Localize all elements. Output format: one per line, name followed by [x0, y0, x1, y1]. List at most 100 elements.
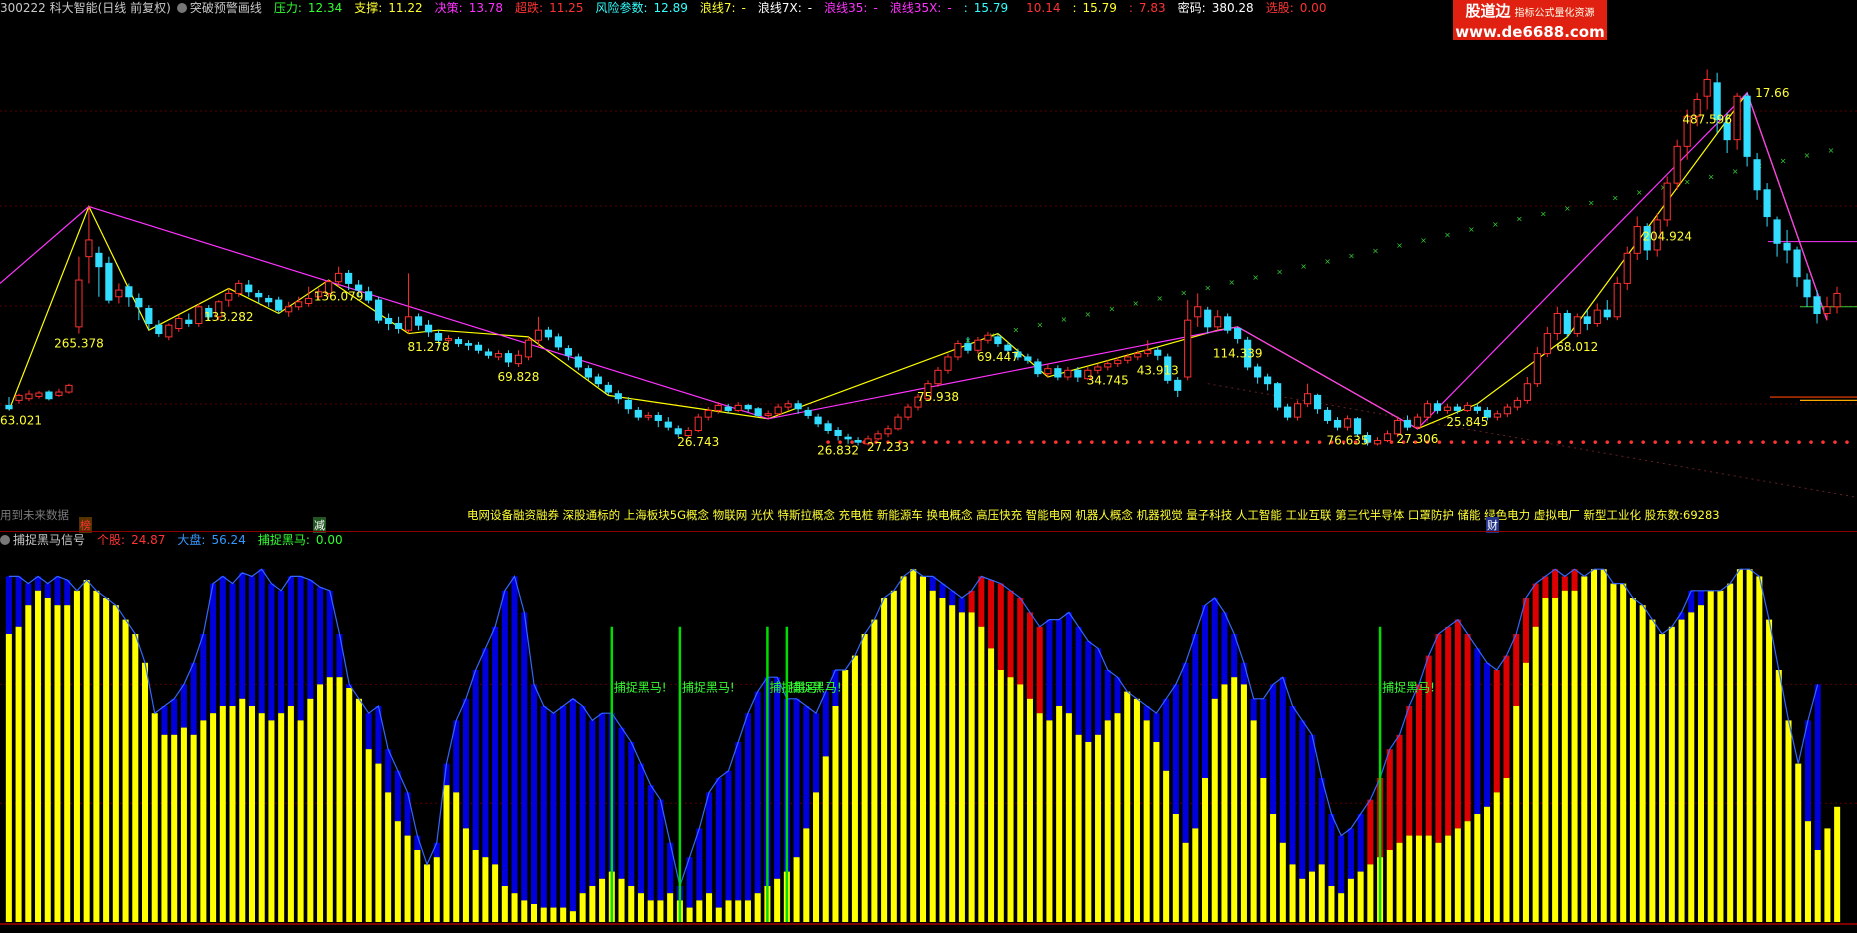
support-dot — [1125, 440, 1130, 444]
candle — [1184, 300, 1192, 381]
candle — [424, 320, 433, 337]
sub-indicator-title[interactable]: 捕捉黑马信号 — [0, 533, 91, 547]
signal-bar-chart[interactable]: 捕捉黑马! 捕捉黑马! 捕捉黑马!捕捉黑马! 捕捉黑马! — [0, 548, 1857, 933]
market-bar — [210, 583, 217, 714]
stock-bar — [1746, 569, 1753, 922]
market-bar — [657, 799, 664, 901]
market-bar — [988, 580, 995, 649]
candle — [165, 323, 173, 341]
candle-body — [1543, 333, 1551, 355]
stock-bar — [1065, 713, 1072, 922]
candle-body — [275, 299, 283, 311]
market-bar — [1484, 662, 1491, 807]
market-bar — [5, 576, 12, 634]
price-label: 17.66 — [1755, 86, 1789, 100]
market-bar — [958, 598, 965, 613]
market-bar — [1299, 720, 1306, 879]
stock-bar — [774, 878, 781, 922]
indicator-value: :7.83 — [1129, 1, 1172, 15]
candle-body — [1333, 419, 1342, 428]
market-bar — [1172, 684, 1179, 814]
stock-bar — [414, 850, 421, 922]
stock-bar — [1629, 598, 1636, 922]
stock-bar — [1192, 828, 1199, 922]
indicator-value: :15.79 — [964, 1, 1014, 15]
stock-bar — [1668, 626, 1675, 922]
stock-bar — [83, 580, 90, 922]
candle-body — [1823, 306, 1831, 314]
candle-body — [1373, 440, 1382, 445]
candle — [1094, 363, 1102, 374]
candle-body — [305, 297, 313, 304]
stock-bar — [1124, 691, 1131, 922]
indicator-value-number: 0.00 — [1299, 1, 1327, 15]
sub-indicator-value-number: 0.00 — [315, 533, 343, 547]
stock-bar — [1542, 598, 1549, 922]
candle-body — [1044, 368, 1052, 375]
candle — [1413, 413, 1422, 429]
candle-body — [1134, 353, 1142, 358]
stock-bar — [1221, 684, 1228, 922]
market-bar — [1017, 598, 1024, 685]
candle — [1224, 313, 1232, 334]
indicator-value: 选股: 0.00 — [1266, 1, 1333, 15]
stock-bar — [988, 648, 995, 922]
stock-bar — [433, 857, 440, 922]
stock-bar — [1386, 850, 1393, 922]
indicator-menu-icon[interactable] — [176, 3, 187, 13]
candle — [524, 336, 533, 361]
candle — [794, 400, 802, 414]
trend-x-mark: × — [1396, 241, 1403, 250]
market-bar — [1415, 684, 1422, 836]
market-bar — [696, 828, 703, 901]
candle-body — [1793, 249, 1801, 278]
price-label: 265.378 — [54, 337, 104, 351]
market-bar — [1513, 634, 1520, 706]
stock-bar — [1503, 778, 1510, 922]
stock-bar — [1367, 864, 1374, 922]
support-dot — [1305, 440, 1310, 444]
candle-body — [75, 279, 83, 328]
candle-body — [394, 323, 403, 330]
market-bar — [1445, 626, 1452, 836]
indicator-title[interactable]: 突破预警画线 — [176, 1, 268, 15]
stock-bar — [871, 619, 878, 922]
support-dot — [1473, 440, 1478, 444]
market-bar — [15, 576, 22, 627]
stock-bar — [1824, 828, 1831, 922]
candle-body — [95, 252, 103, 268]
indicator-value-label: 压力: — [273, 1, 302, 15]
market-bar — [171, 698, 178, 735]
indicator-value-number: 7.83 — [1138, 1, 1166, 15]
candle-body — [644, 414, 652, 418]
candle — [904, 403, 912, 421]
support-dot — [1749, 440, 1753, 444]
market-bar — [394, 770, 401, 822]
candle-body — [365, 291, 373, 301]
candle — [454, 336, 463, 347]
market-bar — [1386, 749, 1393, 850]
market-bar — [822, 691, 829, 757]
candle — [1733, 92, 1741, 150]
candle-body — [1114, 359, 1122, 365]
candle — [1823, 296, 1831, 321]
candle-body — [165, 324, 173, 338]
indicator-value-label: 支撑: — [354, 1, 383, 15]
market-bar — [268, 583, 275, 721]
support-dot — [1761, 440, 1765, 444]
candle-body — [1493, 413, 1501, 418]
stock-bar — [569, 911, 576, 922]
candle-body — [534, 329, 543, 341]
market-bar — [579, 706, 586, 894]
stock-bar — [1727, 583, 1734, 922]
indicator-value-number: 11.25 — [549, 1, 584, 15]
sub-indicator-menu-icon[interactable] — [0, 535, 10, 545]
candlestick-chart[interactable]: ×××××××××××××××××××××××××××××××××××××63.… — [0, 16, 1857, 504]
indicator-value-label: 超跌: — [515, 1, 544, 15]
sub-chart-header: 捕捉黑马信号 个股: 24.87 大盘: 56.24 捕捉黑马: 0.00 — [0, 532, 361, 548]
price-label: 43.913 — [1137, 363, 1179, 377]
price-label: 69.828 — [497, 370, 539, 384]
stock-bar — [355, 698, 362, 922]
stock-title[interactable]: 300222 科大智能(日线 前复权) — [0, 1, 171, 15]
market-bar — [1697, 590, 1705, 606]
